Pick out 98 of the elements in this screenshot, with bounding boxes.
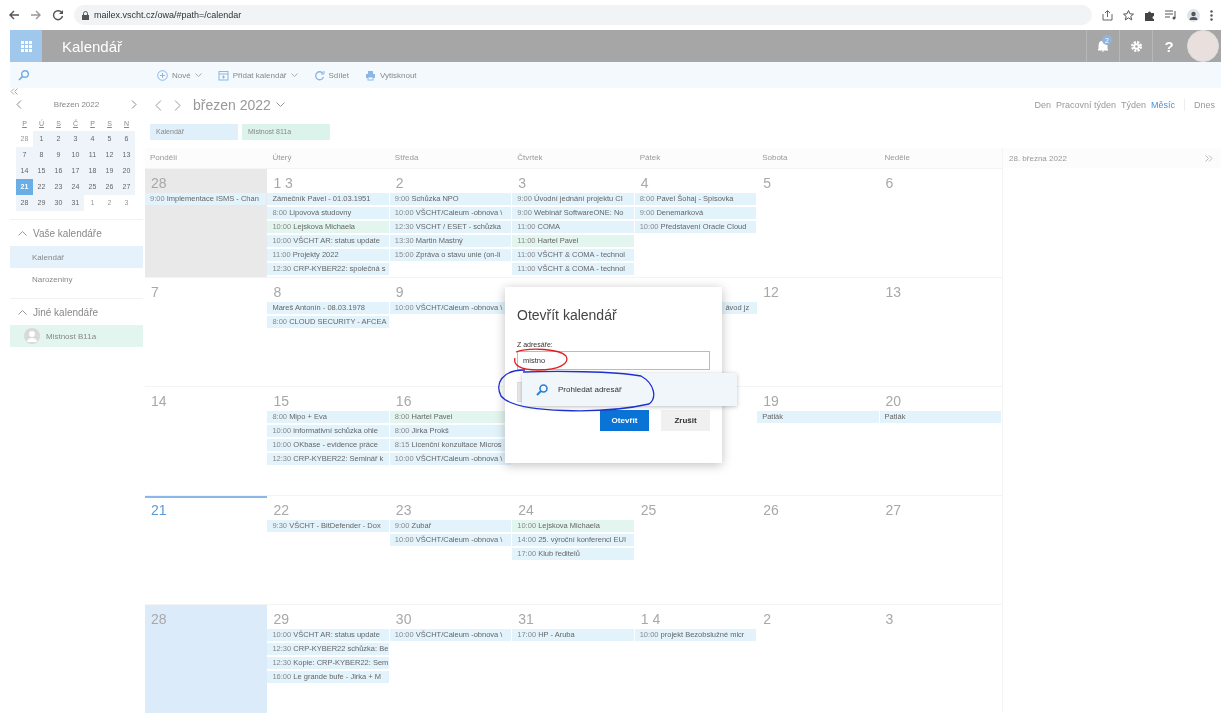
search-icon	[536, 383, 548, 396]
expand-icon[interactable]	[1205, 154, 1213, 162]
calendar-name: Kalendář	[32, 252, 65, 262]
calendar-list-item[interactable]: Kalendář	[10, 246, 143, 268]
url-text: mailex.vscht.cz/owa/#path=/calendar	[94, 10, 242, 20]
puzzle-icon[interactable]	[1144, 9, 1155, 21]
printer-icon	[364, 69, 376, 81]
collapse-icon[interactable]	[10, 88, 18, 95]
calendar-name: Narozeniny	[32, 274, 73, 284]
day-number: 27	[884, 502, 903, 518]
chevron-up-icon[interactable]	[18, 309, 27, 315]
day-number: 15	[272, 393, 290, 409]
day-number: 23	[394, 502, 413, 518]
day-number: 12	[762, 284, 780, 300]
app-launcher-button[interactable]	[10, 30, 42, 62]
day-number: 25	[639, 502, 658, 518]
day-number: 22	[272, 502, 290, 518]
day-number: 24	[517, 502, 535, 518]
day-number: 28	[150, 611, 168, 627]
day-number: 21	[150, 502, 168, 518]
address-bar[interactable]: mailex.vscht.cz/owa/#path=/calendar	[74, 5, 1092, 25]
toolbar-button[interactable]: Přidat kalendář	[217, 69, 298, 81]
weekday-header: Neděle	[883, 152, 911, 164]
day-number: 3	[517, 175, 528, 191]
section-heading[interactable]: Vaše kalendáře	[33, 227, 102, 239]
day-number: 28	[150, 175, 168, 191]
view-tab[interactable]: Měsíc	[1150, 100, 1175, 110]
chevron-up-icon[interactable]	[18, 230, 27, 236]
toolbar-button[interactable]: Nové	[157, 69, 202, 81]
day-number: 20	[884, 393, 903, 409]
user-avatar[interactable]	[1187, 30, 1219, 62]
calendar-list-item[interactable]: Narozeniny	[10, 268, 143, 290]
day-number: 26	[762, 502, 780, 518]
reload-icon[interactable]	[52, 9, 64, 21]
day-number: 3	[884, 611, 895, 627]
caret-icon	[194, 72, 202, 78]
day-number: 1 4	[639, 611, 662, 627]
view-tab[interactable]: Pracovní týden	[1055, 100, 1116, 110]
caret-icon	[290, 72, 298, 78]
calendar-name: Mistnost B11a	[46, 331, 97, 341]
today-button[interactable]: Dnes	[1194, 100, 1215, 110]
weekday-header: Pátek	[638, 152, 662, 164]
search-icon	[18, 69, 29, 81]
day-number: 9	[394, 284, 405, 300]
suggestion-item[interactable]: Prohledat adresář	[522, 373, 737, 406]
weekday-header: Středa	[393, 152, 420, 164]
day-number: 8	[272, 284, 283, 300]
day-number: 2	[394, 175, 405, 191]
day-number: 7	[150, 284, 160, 300]
next-icon[interactable]	[174, 99, 181, 111]
weekday-header: Pondělí	[149, 152, 179, 164]
profile-icon[interactable]	[1187, 8, 1200, 22]
forward-icon[interactable]	[30, 9, 42, 21]
cancel-button[interactable]: Zrušit	[661, 410, 710, 431]
day-number: 29	[272, 611, 290, 627]
day-number: 4	[639, 175, 650, 191]
day-number: 30	[394, 611, 413, 627]
day-number: 5	[762, 175, 772, 191]
day-number: 19	[762, 393, 780, 409]
calendar-icon	[217, 69, 229, 81]
weekday-header: Čtvrtek	[516, 152, 544, 164]
star-icon[interactable]	[1123, 9, 1134, 21]
day-number: 2	[762, 611, 772, 627]
weekday-header: Úterý	[271, 152, 293, 164]
previous-icon[interactable]	[155, 99, 162, 111]
day-number: 13	[884, 284, 903, 300]
playlist-icon[interactable]	[1165, 10, 1177, 20]
section-heading[interactable]: Jiné kalendáře	[33, 306, 99, 318]
share-icon[interactable]	[1102, 9, 1113, 21]
dialog-title: Otevřít kalendář	[517, 307, 618, 323]
view-tab[interactable]: Týden	[1120, 100, 1146, 110]
back-icon[interactable]	[8, 9, 20, 21]
day-number: 16	[394, 393, 413, 409]
lock-icon	[82, 10, 89, 20]
day-number: 31	[517, 611, 535, 627]
more-icon[interactable]	[1210, 9, 1213, 21]
app-title: Kalendář	[62, 37, 124, 55]
plus-circle-icon	[157, 69, 168, 81]
day-number: 14	[150, 393, 168, 409]
chevron-right-icon[interactable]	[131, 99, 137, 109]
caret-icon[interactable]	[275, 102, 285, 108]
view-tab[interactable]: Den	[1034, 100, 1051, 110]
toolbar-button[interactable]: Vytisknout	[364, 69, 417, 81]
sync-icon	[313, 69, 325, 81]
toolbar-button[interactable]: Sdílet	[313, 69, 349, 81]
bell-icon	[1096, 39, 1110, 53]
day-number: 6	[884, 175, 895, 191]
month-picker[interactable]: březen 2022	[193, 97, 271, 113]
panel-date: 28. března 2022	[1009, 153, 1067, 163]
grid-icon	[20, 40, 32, 52]
open-button[interactable]: Otevřít	[600, 410, 649, 431]
settings-icon	[1129, 39, 1143, 53]
day-number: 1 3	[272, 175, 294, 191]
chevron-left-icon[interactable]	[16, 99, 22, 109]
calendar-list-item[interactable]: Mistnost B11a	[10, 325, 143, 347]
month-title: Březen 2022	[53, 99, 100, 109]
person-avatar-icon	[24, 328, 40, 344]
weekday-header: Sobota	[761, 152, 789, 164]
